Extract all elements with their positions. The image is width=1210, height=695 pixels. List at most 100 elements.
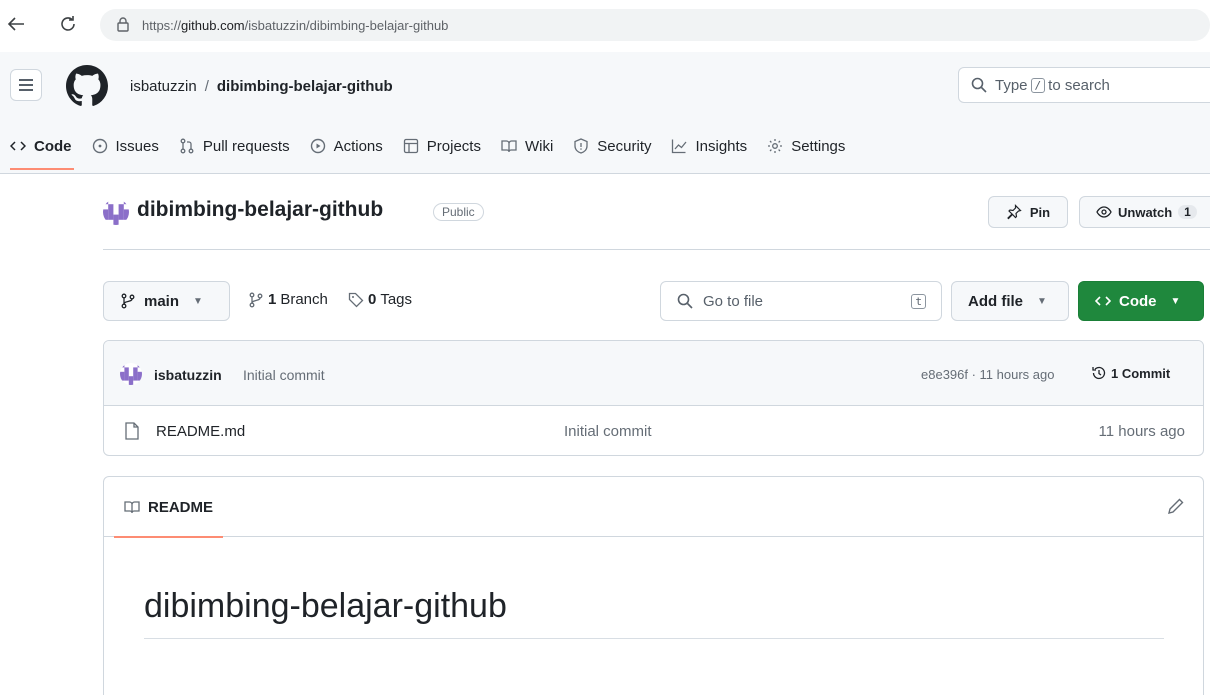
repo-name-title[interactable]: dibimbing-belajar-github bbox=[137, 198, 383, 222]
github-logo-icon[interactable] bbox=[66, 65, 108, 107]
visibility-badge: Public bbox=[433, 203, 484, 221]
tags-count: 0 bbox=[368, 291, 377, 308]
tab-label: Settings bbox=[791, 137, 846, 155]
branch-selector-button[interactable]: main ▼ bbox=[103, 281, 230, 321]
search-icon bbox=[677, 293, 693, 309]
shield-icon bbox=[573, 138, 589, 154]
go-to-file-input[interactable]: Go to file t bbox=[660, 281, 942, 321]
pin-icon bbox=[1006, 204, 1022, 220]
menu-button[interactable] bbox=[10, 69, 42, 101]
pin-button[interactable]: Pin bbox=[988, 196, 1068, 228]
go-to-file-placeholder: Go to file bbox=[703, 292, 764, 310]
tab-security[interactable]: Security bbox=[563, 128, 661, 164]
pin-label: Pin bbox=[1029, 204, 1051, 220]
code-icon bbox=[10, 138, 26, 154]
readme-panel: README dibimbing-belajar-github bbox=[103, 476, 1204, 695]
tab-wiki[interactable]: Wiki bbox=[491, 128, 563, 164]
github-header: isbatuzzin / dibimbing-belajar-github Type… bbox=[0, 52, 1210, 174]
readme-heading: dibimbing-belajar-github bbox=[144, 587, 1164, 639]
browser-toolbar: https://github.com/isbatuzzin/dibimbing-… bbox=[0, 0, 1210, 50]
tab-label: Code bbox=[34, 137, 72, 155]
branches-label: Branch bbox=[280, 291, 328, 308]
tab-insights[interactable]: Insights bbox=[661, 128, 757, 164]
site-info-icon[interactable] bbox=[116, 16, 130, 35]
book-icon bbox=[501, 138, 517, 154]
pencil-icon[interactable] bbox=[1167, 497, 1185, 518]
reload-icon[interactable] bbox=[56, 12, 80, 36]
play-icon bbox=[310, 138, 326, 154]
back-icon[interactable] bbox=[4, 12, 28, 36]
tab-label: Wiki bbox=[524, 137, 554, 155]
file-commit-message-link[interactable]: Initial commit bbox=[564, 423, 652, 440]
branches-count: 1 bbox=[268, 291, 277, 308]
tab-label: Security bbox=[597, 137, 652, 155]
tags-link[interactable]: 0 Tags bbox=[348, 291, 412, 308]
graph-icon bbox=[671, 138, 687, 154]
readme-header: README bbox=[104, 477, 1203, 538]
file-updated-time: 11 hours ago bbox=[1098, 423, 1185, 440]
breadcrumb-repo-link[interactable]: dibimbing-belajar-github bbox=[217, 78, 393, 95]
branch-name: main bbox=[144, 292, 180, 310]
commit-message-link[interactable]: Initial commit bbox=[243, 367, 325, 383]
file-table: isbatuzzin Initial commit e8e396f · 11 h… bbox=[103, 340, 1204, 456]
chevron-down-icon: ▼ bbox=[1170, 295, 1181, 307]
tab-label: Pull requests bbox=[202, 137, 290, 155]
commit-author-link[interactable]: isbatuzzin bbox=[154, 367, 222, 383]
repo-nav-tabs: Code Issues Pull requests Actions Projec… bbox=[0, 128, 855, 174]
unwatch-button[interactable]: Unwatch 1 bbox=[1079, 196, 1210, 228]
chevron-down-icon: ▼ bbox=[1037, 295, 1047, 307]
repo-title-row: dibimbing-belajar-github Public Pin Unwa… bbox=[103, 195, 1210, 250]
watch-count: 1 bbox=[1178, 205, 1197, 219]
commit-hash-time[interactable]: e8e396f · 11 hours ago bbox=[921, 367, 1054, 382]
latest-commit-row: isbatuzzin Initial commit e8e396f · 11 h… bbox=[104, 341, 1203, 406]
file-icon bbox=[124, 422, 140, 443]
tab-label: Issues bbox=[115, 137, 159, 155]
chevron-down-icon: ▼ bbox=[193, 295, 203, 307]
tab-settings[interactable]: Settings bbox=[757, 128, 855, 164]
tab-label: Insights bbox=[695, 137, 748, 155]
commit-author-avatar[interactable] bbox=[120, 363, 142, 385]
owner-avatar[interactable] bbox=[103, 199, 129, 225]
tab-issues[interactable]: Issues bbox=[82, 128, 169, 164]
address-bar[interactable]: https://github.com/isbatuzzin/dibimbing-… bbox=[100, 9, 1210, 41]
commit-history-link[interactable]: 1 Commit bbox=[1091, 365, 1170, 381]
table-icon bbox=[403, 138, 419, 154]
tab-pull-requests[interactable]: Pull requests bbox=[169, 128, 300, 164]
file-row[interactable]: README.md Initial commit 11 hours ago bbox=[104, 406, 1203, 455]
search-icon bbox=[971, 77, 987, 93]
search-shortcut-key: / bbox=[1030, 77, 1046, 93]
tab-code[interactable]: Code bbox=[0, 128, 82, 170]
tab-label: Projects bbox=[426, 137, 481, 155]
tab-label: Actions bbox=[333, 137, 383, 155]
add-file-label: Add file bbox=[968, 292, 1023, 310]
tab-actions[interactable]: Actions bbox=[300, 128, 393, 164]
breadcrumb: isbatuzzin / dibimbing-belajar-github bbox=[130, 78, 393, 95]
pull-request-icon bbox=[179, 138, 195, 154]
add-file-button[interactable]: Add file ▼ bbox=[951, 281, 1069, 321]
file-name-link[interactable]: README.md bbox=[156, 423, 245, 440]
branches-link[interactable]: 1 Branch bbox=[248, 291, 328, 308]
gear-icon bbox=[767, 138, 783, 154]
git-branch-icon bbox=[120, 293, 136, 309]
unwatch-label: Unwatch bbox=[1118, 204, 1173, 220]
url-text: https://github.com/isbatuzzin/dibimbing-… bbox=[142, 17, 449, 33]
eye-icon bbox=[1096, 204, 1112, 220]
breadcrumb-separator: / bbox=[204, 78, 209, 95]
tags-label: Tags bbox=[380, 291, 413, 308]
issue-icon bbox=[92, 138, 108, 154]
book-icon bbox=[124, 499, 140, 515]
git-branch-icon bbox=[248, 292, 264, 308]
search-placeholder-suffix: to search bbox=[1048, 76, 1110, 94]
tag-icon bbox=[348, 292, 364, 308]
code-label: Code bbox=[1119, 292, 1157, 310]
menu-icon bbox=[19, 84, 33, 86]
tab-readme[interactable]: README bbox=[114, 477, 224, 538]
code-button[interactable]: Code ▼ bbox=[1078, 281, 1204, 321]
tab-projects[interactable]: Projects bbox=[393, 128, 491, 164]
search-input[interactable]: Type / to search bbox=[958, 67, 1210, 103]
commit-count-label: 1 Commit bbox=[1111, 365, 1171, 381]
breadcrumb-owner-link[interactable]: isbatuzzin bbox=[130, 78, 197, 95]
go-to-file-shortcut: t bbox=[911, 294, 926, 309]
readme-tab-label: README bbox=[148, 498, 214, 516]
code-icon bbox=[1095, 293, 1111, 309]
